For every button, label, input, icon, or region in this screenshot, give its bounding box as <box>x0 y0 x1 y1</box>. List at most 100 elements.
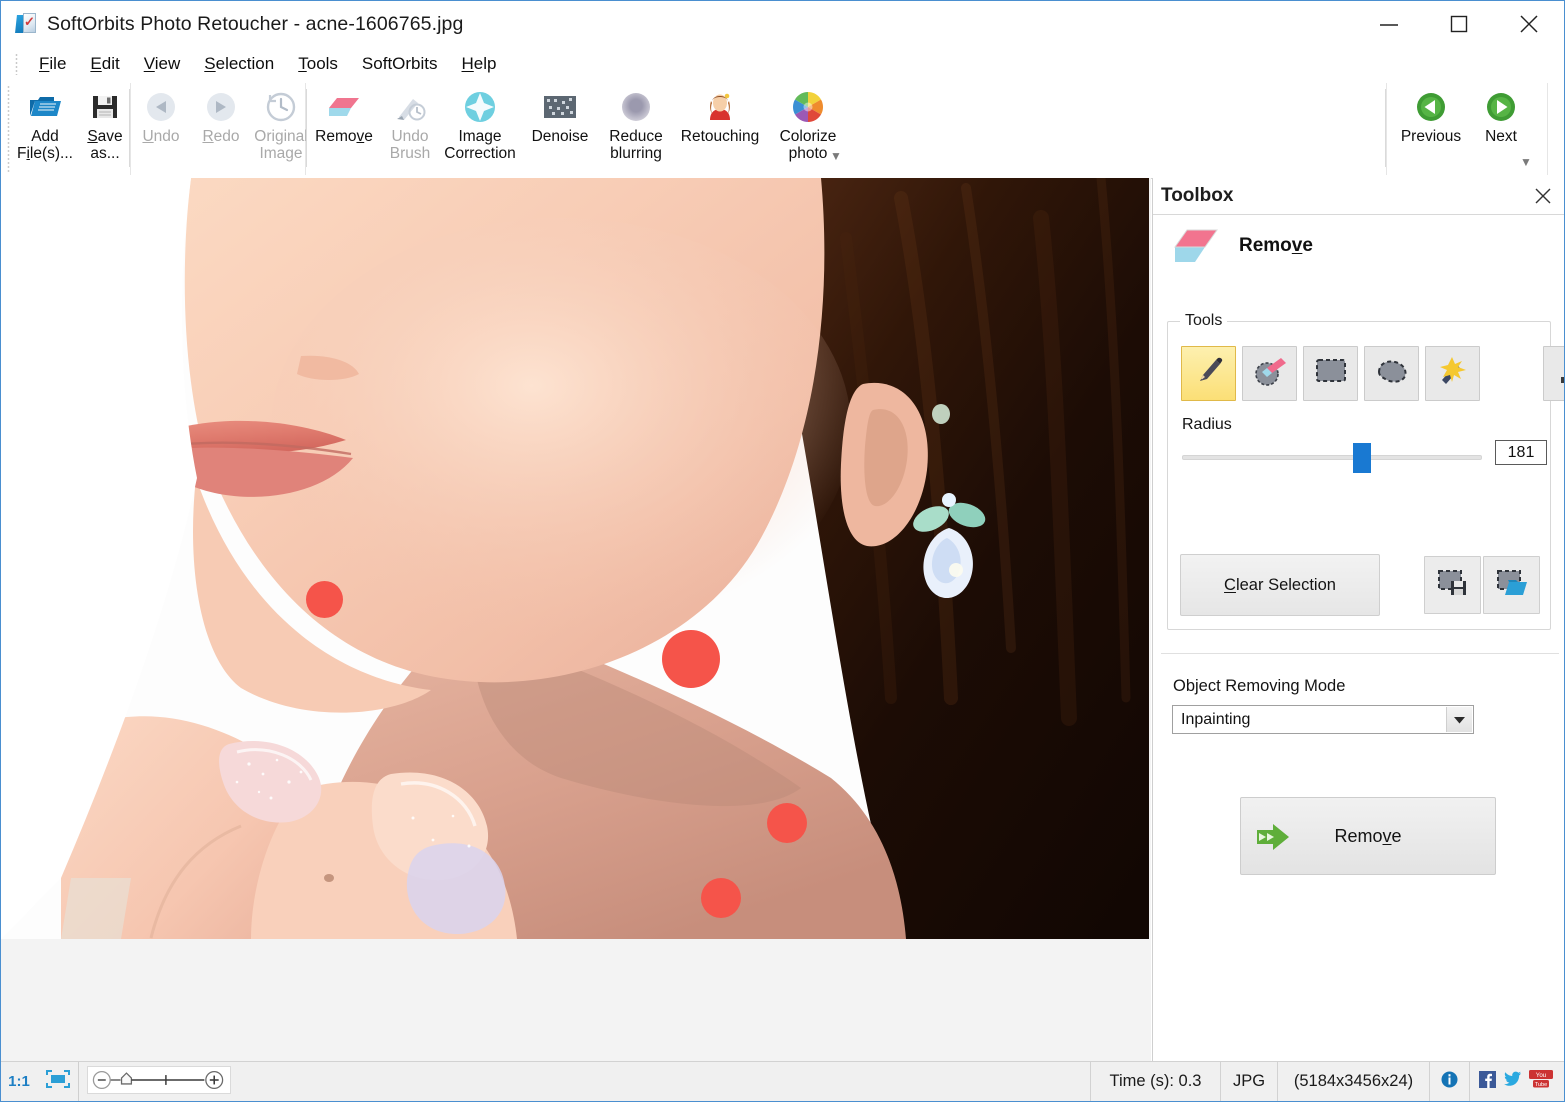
window-title: SoftOrbits Photo Retoucher - acne-160676… <box>47 12 464 35</box>
eraser-tool-button[interactable] <box>1242 346 1297 401</box>
maximize-button[interactable] <box>1424 1 1494 47</box>
selection-mark[interactable] <box>767 803 807 843</box>
navigation-overflow-icon[interactable]: ▼ <box>1520 156 1532 168</box>
toolbar-original-image-label: Original <box>254 128 308 145</box>
close-button[interactable] <box>1494 1 1564 47</box>
toolbar-add-files-label2: File(s)... <box>17 145 73 162</box>
sparkle-star-icon <box>462 89 498 125</box>
lasso-select-tool-button[interactable] <box>1364 346 1419 401</box>
menu-item-tools[interactable]: Tools <box>286 52 350 76</box>
radius-value-input[interactable]: 181 <box>1495 440 1547 465</box>
green-double-arrow-icon <box>1255 822 1301 857</box>
youtube-icon: You Tube <box>1529 1070 1553 1093</box>
image-canvas-area[interactable] <box>1 178 1151 1063</box>
radius-slider-track[interactable] <box>1182 455 1482 460</box>
magic-wand-tool-button[interactable] <box>1425 346 1480 401</box>
menu-item-help[interactable]: Help <box>450 52 509 76</box>
fit-to-screen-button[interactable] <box>37 1062 79 1101</box>
toolbar-redo-button[interactable]: Redo <box>191 84 251 172</box>
menu-item-selection[interactable]: Selection <box>192 52 286 76</box>
toolbox-panel-header: Toolbox <box>1153 178 1564 215</box>
eraser-icon <box>326 89 362 125</box>
redo-arrow-icon <box>203 89 239 125</box>
toolbar-image-correction-button[interactable]: Image Correction <box>440 84 520 172</box>
remove-action-button[interactable]: Remove <box>1240 797 1496 875</box>
info-button[interactable] <box>1430 1062 1470 1101</box>
toolbar-undo-brush-button[interactable]: Undo Brush <box>380 84 440 172</box>
toolbar-next-label: Next <box>1485 128 1517 145</box>
toolbar-image-correction-label: Image <box>458 128 502 145</box>
toolbar-reduce-blurring-button[interactable]: Reduce blurring <box>600 84 672 172</box>
radius-slider[interactable] <box>1182 443 1482 473</box>
save-selection-button[interactable] <box>1424 556 1481 614</box>
lasso-icon <box>1375 356 1409 391</box>
selection-mark[interactable] <box>306 581 343 618</box>
toolbar-original-image-label2: Image <box>259 145 303 162</box>
zoom-ratio-label[interactable]: 1:1 <box>1 1062 37 1101</box>
toolbar-add-files-label: Add <box>31 128 59 145</box>
menu-item-edit[interactable]: Edit <box>78 52 131 76</box>
undo-arrow-icon <box>143 89 179 125</box>
portrait-woman-icon <box>702 89 738 125</box>
toolbar-separator-2 <box>306 89 307 167</box>
noise-grid-icon <box>542 89 578 125</box>
object-removing-mode-label: Object Removing Mode <box>1173 677 1346 695</box>
zoom-slider[interactable] <box>87 1066 231 1094</box>
menu-item-softorbits[interactable]: SoftOrbits <box>350 52 450 76</box>
tools-group: Tools Radius 181 Clear Selection <box>1167 312 1564 630</box>
twitter-button[interactable] <box>1500 1062 1526 1101</box>
toolbar: Add File(s)... Save as... Undo Redo Orig… <box>1 81 1564 179</box>
pencil-tool-button[interactable] <box>1181 346 1236 401</box>
toolbar-undo-label: Undo <box>142 128 180 145</box>
toolbar-original-image-button[interactable]: Original Image <box>251 84 311 172</box>
toolbar-retouching-label: Retouching <box>680 128 760 145</box>
remove-action-label: Remove <box>1334 825 1402 846</box>
rectangle-select-tool-button[interactable] <box>1303 346 1358 401</box>
selection-mark[interactable] <box>662 630 720 688</box>
toolbar-previous-button[interactable]: Previous <box>1391 84 1471 172</box>
minimize-button[interactable] <box>1354 1 1424 47</box>
toolbar-remove-button[interactable]: Remove <box>308 84 380 172</box>
toolbar-retouching-button[interactable]: Retouching <box>672 84 768 172</box>
object-removing-mode-select[interactable]: Inpainting <box>1172 705 1474 734</box>
clear-selection-button[interactable]: Clear Selection <box>1180 554 1380 616</box>
toolbar-denoise-button[interactable]: Denoise <box>520 84 600 172</box>
rectangle-marquee-icon <box>1314 356 1348 391</box>
magic-wand-icon <box>1436 354 1470 393</box>
facebook-icon <box>1478 1070 1496 1093</box>
tool-buttons-row <box>1181 346 1564 401</box>
menu-item-view[interactable]: View <box>132 52 193 76</box>
chevron-down-icon[interactable] <box>1446 707 1472 732</box>
radius-slider-thumb[interactable] <box>1353 443 1371 473</box>
toolbar-undo-brush-label: Undo <box>391 128 429 145</box>
photo-image[interactable] <box>1 178 1149 939</box>
toolbar-undo-button[interactable]: Undo <box>131 84 191 172</box>
clone-stamp-tool-button[interactable] <box>1543 346 1564 401</box>
facebook-button[interactable] <box>1474 1062 1500 1101</box>
blur-circle-icon <box>618 89 654 125</box>
eraser-stamp-icon <box>1253 354 1287 393</box>
menu-grip <box>15 53 18 75</box>
panel-divider <box>1161 653 1559 654</box>
toolbar-denoise-label: Denoise <box>531 128 589 145</box>
menu-bar: File Edit View Selection Tools SoftOrbit… <box>1 47 1564 81</box>
info-icon <box>1441 1071 1458 1093</box>
radius-label: Radius <box>1182 416 1232 433</box>
load-selection-button[interactable] <box>1483 556 1540 614</box>
toolbar-save-as-label: Save <box>87 128 123 145</box>
status-bar: 1:1 Time (s): 0.3 JPG (5184x3456x24) You… <box>1 1061 1564 1101</box>
save-selection-icon <box>1437 569 1469 602</box>
menu-item-file[interactable]: File <box>27 52 78 76</box>
photo-render <box>1 178 1149 939</box>
selection-mark[interactable] <box>701 878 741 918</box>
status-bar-spacer <box>231 1062 1090 1101</box>
eraser-icon <box>1173 226 1219 266</box>
title-bar: ✓ SoftOrbits Photo Retoucher - acne-1606… <box>1 1 1564 47</box>
floppy-disk-icon <box>87 89 123 125</box>
youtube-button[interactable]: You Tube <box>1526 1062 1556 1101</box>
toolbox-close-button[interactable] <box>1532 185 1554 207</box>
toolbar-save-as-button[interactable]: Save as... <box>75 84 135 172</box>
toolbar-overflow-icon[interactable]: ▼ <box>830 150 842 162</box>
toolbar-add-files-button[interactable]: Add File(s)... <box>15 84 75 172</box>
svg-text:Tube: Tube <box>1535 1082 1548 1088</box>
